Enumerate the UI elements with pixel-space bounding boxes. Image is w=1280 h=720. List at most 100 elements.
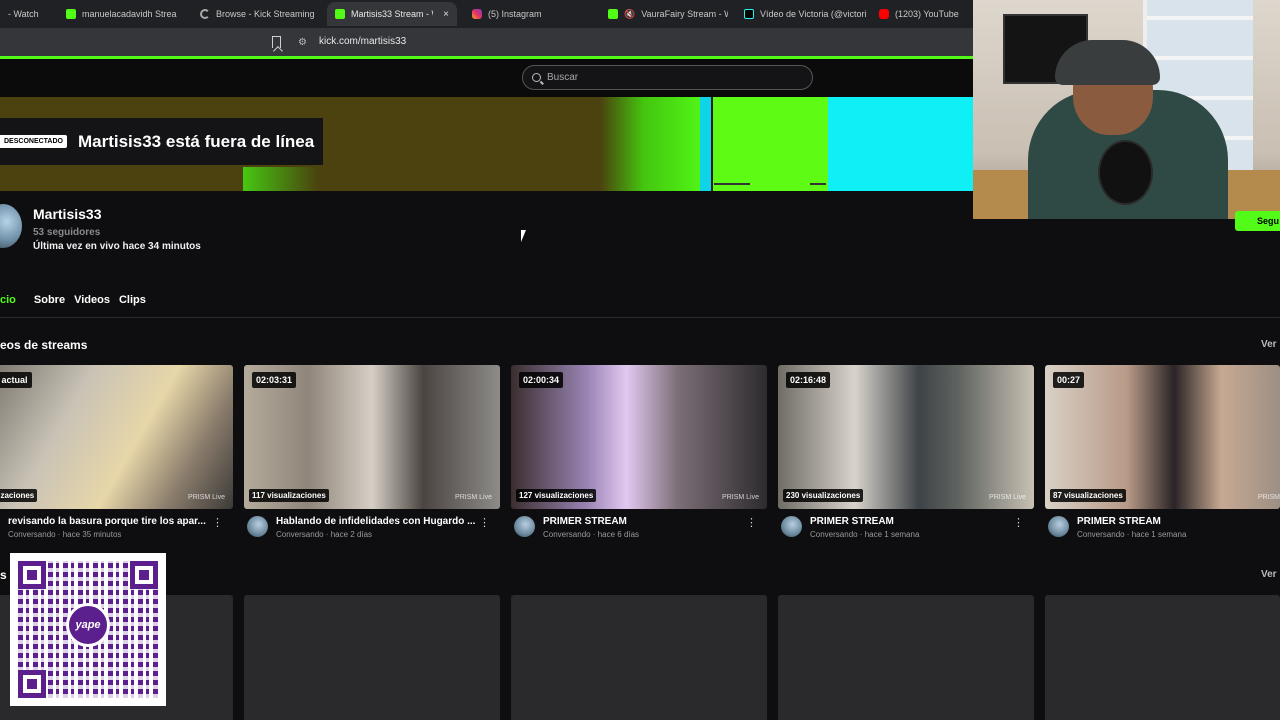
last-live-text: Última vez en vivo hace 34 minutos bbox=[33, 241, 201, 252]
prism-watermark: PRISM Live bbox=[989, 494, 1026, 501]
section-title-videos: eos de streams bbox=[0, 338, 88, 352]
yape-logo-icon: yape bbox=[66, 603, 110, 647]
browser-tab[interactable]: (1203) YouTube bbox=[871, 2, 971, 26]
tab-home[interactable]: cio bbox=[0, 294, 16, 314]
video-title[interactable]: PRIMER STREAM bbox=[1077, 516, 1277, 527]
views-badge: isualizaciones bbox=[0, 489, 38, 502]
tab-videos[interactable]: Videos bbox=[74, 294, 110, 314]
prism-watermark: PRISM bbox=[1257, 494, 1280, 501]
kick-icon bbox=[66, 9, 76, 19]
see-all-videos-link[interactable]: Ver bbox=[1261, 339, 1277, 350]
video-thumbnail[interactable]: 02:00:34 127 visualizaciones PRISM Live bbox=[511, 365, 767, 509]
address-bar: ⚙ kick.com/martisis33 bbox=[0, 28, 973, 56]
tab-clips[interactable]: Clips bbox=[119, 294, 146, 314]
url-field[interactable]: kick.com/martisis33 bbox=[319, 36, 406, 47]
video-card[interactable]: 02:16:48 230 visualizaciones PRISM Live … bbox=[778, 365, 1034, 545]
browser-tab-active[interactable]: Martisis33 Stream - W × bbox=[327, 2, 457, 26]
tab-about[interactable]: Sobre bbox=[34, 294, 65, 314]
mouse-cursor-icon bbox=[521, 230, 531, 242]
video-subtitle: Conversando · hace 6 días bbox=[543, 530, 640, 539]
channel-name: Martisis33 bbox=[33, 206, 102, 222]
browser-tab[interactable]: - Watch bbox=[0, 2, 50, 26]
video-subtitle: Conversando · hace 1 semana bbox=[810, 530, 920, 539]
video-title[interactable]: revisando la basura porque tire los apar… bbox=[8, 516, 208, 527]
follower-count: 53 seguidores bbox=[33, 227, 101, 238]
tiktok-icon bbox=[744, 9, 754, 19]
tab-label: - Watch bbox=[8, 9, 39, 19]
clip-placeholder bbox=[244, 595, 500, 720]
video-card[interactable]: 02:00:34 127 visualizaciones PRISM Live … bbox=[511, 365, 767, 545]
video-card[interactable]: 02:03:31 117 visualizaciones PRISM Live … bbox=[244, 365, 500, 545]
video-thumbnail[interactable]: 02:03:31 117 visualizaciones PRISM Live bbox=[244, 365, 500, 509]
video-thumbnail[interactable]: 00:27 87 visualizaciones PRISM bbox=[1045, 365, 1280, 509]
prism-watermark: PRISM Live bbox=[722, 494, 759, 501]
more-options-icon[interactable]: ⋮ bbox=[1013, 516, 1024, 529]
tab-label: Browse - Kick Streaming bbox=[216, 9, 315, 19]
video-title[interactable]: PRIMER STREAM bbox=[810, 516, 1010, 527]
channel-tabs: cio Sobre Videos Clips bbox=[0, 294, 146, 314]
channel-avatar[interactable] bbox=[0, 204, 22, 248]
views-badge: 117 visualizaciones bbox=[249, 489, 329, 502]
video-subtitle: Conversando · hace 2 días bbox=[276, 530, 373, 539]
tab-label: (5) Instagram bbox=[488, 9, 542, 19]
video-title[interactable]: Hablando de infidelidades con Hugardo ..… bbox=[276, 516, 476, 527]
offline-notice: DESCONECTADO Martisis33 está fuera de lí… bbox=[0, 118, 323, 165]
follow-button[interactable]: Segu bbox=[1235, 211, 1280, 231]
browser-tab[interactable]: 🔇 VauraFairy Stream - Wa bbox=[600, 2, 728, 26]
more-options-icon[interactable]: ⋮ bbox=[212, 516, 223, 529]
clip-placeholder bbox=[778, 595, 1034, 720]
instagram-icon bbox=[472, 9, 482, 19]
yape-qr-code: yape bbox=[10, 553, 166, 706]
more-options-icon[interactable]: ⋮ bbox=[746, 516, 757, 529]
duration-badge: 02:00:34 bbox=[519, 372, 564, 388]
browser-tab[interactable]: Browse - Kick Streaming bbox=[192, 2, 322, 26]
tab-label: (1203) YouTube bbox=[895, 9, 959, 19]
offline-badge: DESCONECTADO bbox=[0, 135, 67, 148]
youtube-icon bbox=[879, 9, 889, 19]
channel-avatar-small[interactable] bbox=[781, 516, 802, 537]
browser-tab[interactable]: (5) Instagram bbox=[464, 2, 594, 26]
duration-badge: 00:27 bbox=[1053, 372, 1085, 388]
video-title[interactable]: PRIMER STREAM bbox=[543, 516, 743, 527]
views-badge: 230 visualizaciones bbox=[783, 489, 864, 502]
duration-badge: 02:16:48 bbox=[786, 372, 831, 388]
duration-badge: eam actual bbox=[0, 372, 32, 388]
channel-avatar-small[interactable] bbox=[247, 516, 268, 537]
screen: - Watch manuelacadavidh Strea Browse - K… bbox=[0, 0, 1280, 720]
browser-tab[interactable]: manuelacadavidh Strea bbox=[58, 2, 186, 26]
video-thumbnail[interactable]: eam actual isualizaciones PRISM Live bbox=[0, 365, 233, 509]
microphone-icon bbox=[1098, 140, 1153, 205]
video-card[interactable]: 00:27 87 visualizaciones PRISM PRIMER ST… bbox=[1045, 365, 1280, 545]
duration-badge: 02:03:31 bbox=[252, 372, 297, 388]
prism-watermark: PRISM Live bbox=[455, 494, 492, 501]
channel-avatar-small[interactable] bbox=[514, 516, 535, 537]
muted-speaker-icon: 🔇 bbox=[624, 8, 636, 19]
tab-label: Vídeo de Victoria (@victori bbox=[760, 9, 866, 19]
tab-label: Martisis33 Stream - W bbox=[351, 9, 434, 19]
views-badge: 127 visualizaciones bbox=[516, 489, 597, 502]
tabs-divider bbox=[0, 317, 1280, 318]
webcam-overlay bbox=[973, 0, 1280, 219]
site-settings-icon[interactable]: ⚙ bbox=[298, 37, 307, 48]
offline-title: Martisis33 está fuera de línea bbox=[77, 131, 315, 151]
top-navigation bbox=[0, 59, 973, 97]
search-placeholder: Buscar bbox=[547, 72, 579, 83]
section-title-clips: s bbox=[0, 568, 7, 582]
channel-avatar-small[interactable] bbox=[1048, 516, 1069, 537]
bookmark-icon[interactable] bbox=[272, 36, 281, 48]
search-icon bbox=[532, 73, 541, 82]
more-options-icon[interactable]: ⋮ bbox=[479, 516, 490, 529]
tab-label: manuelacadavidh Strea bbox=[82, 9, 177, 19]
video-subtitle: Conversando · hace 1 semana bbox=[1077, 530, 1187, 539]
loading-icon bbox=[200, 9, 210, 19]
browser-tab[interactable]: Vídeo de Victoria (@victori bbox=[736, 2, 866, 26]
close-tab-icon[interactable]: × bbox=[443, 9, 449, 20]
video-card[interactable]: eam actual isualizaciones PRISM Live rev… bbox=[0, 365, 233, 545]
clip-placeholder bbox=[511, 595, 767, 720]
see-all-clips-link[interactable]: Ver bbox=[1261, 569, 1277, 580]
prism-watermark: PRISM Live bbox=[188, 494, 225, 501]
kick-icon bbox=[608, 9, 618, 19]
video-thumbnail[interactable]: 02:16:48 230 visualizaciones PRISM Live bbox=[778, 365, 1034, 509]
search-input[interactable]: Buscar bbox=[522, 65, 813, 90]
views-badge: 87 visualizaciones bbox=[1050, 489, 1126, 502]
